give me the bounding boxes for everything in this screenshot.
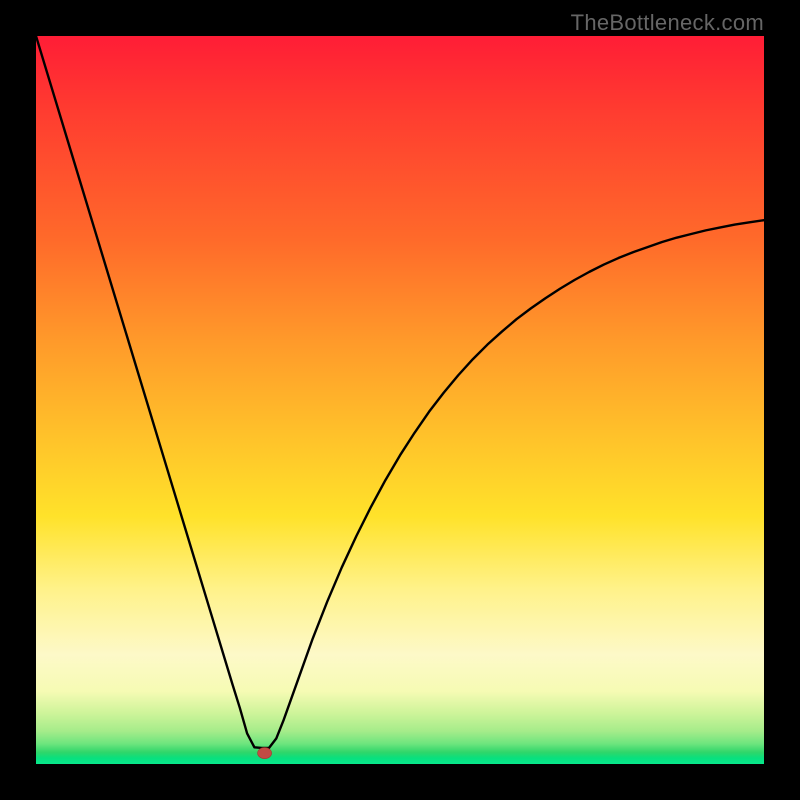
minimum-marker bbox=[258, 748, 272, 759]
plot-area bbox=[36, 36, 764, 764]
bottleneck-curve bbox=[36, 36, 764, 748]
watermark-text: TheBottleneck.com bbox=[571, 10, 764, 36]
curve-layer bbox=[36, 36, 764, 764]
chart-frame: TheBottleneck.com bbox=[0, 0, 800, 800]
